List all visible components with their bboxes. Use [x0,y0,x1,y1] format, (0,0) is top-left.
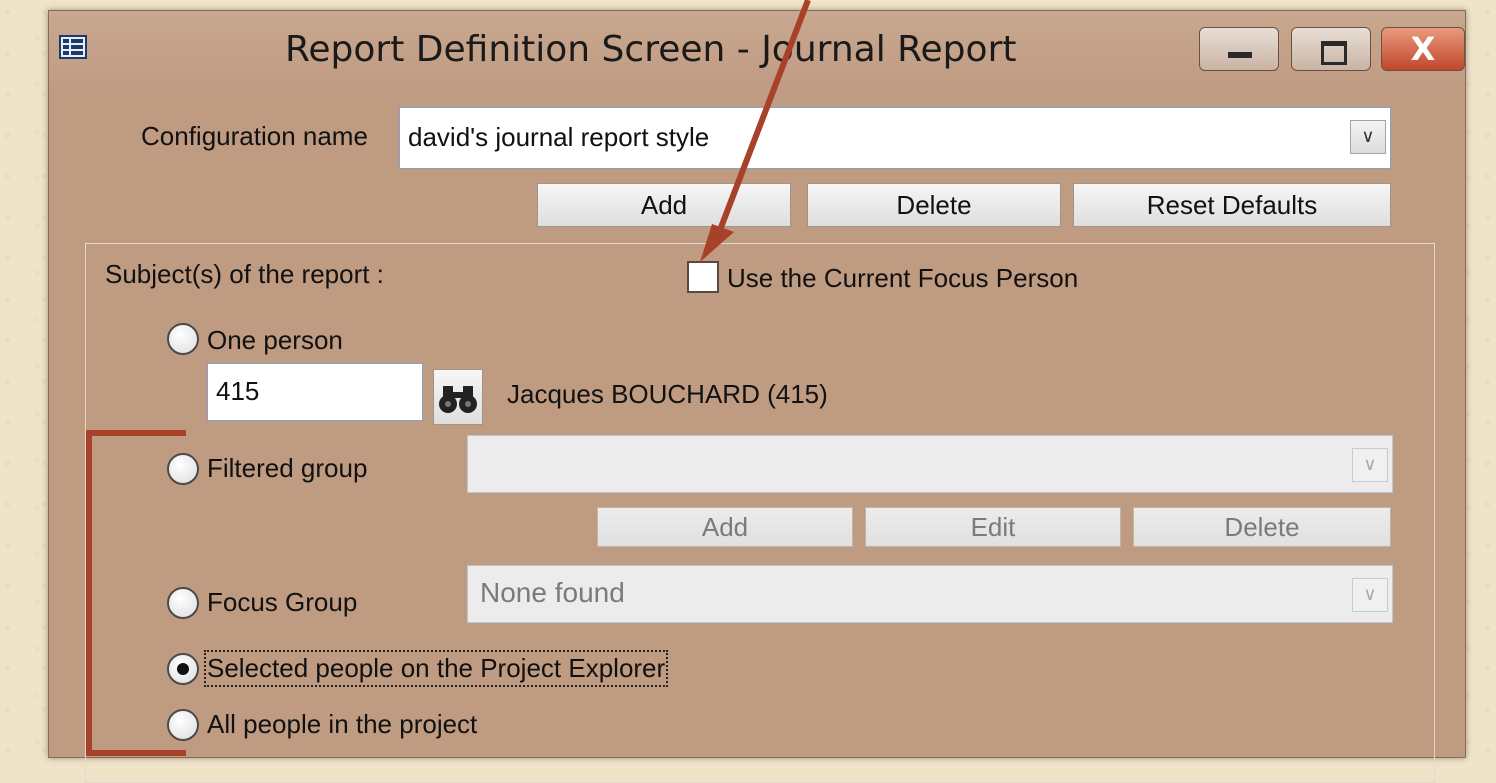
annotation-arrow [700,0,811,262]
